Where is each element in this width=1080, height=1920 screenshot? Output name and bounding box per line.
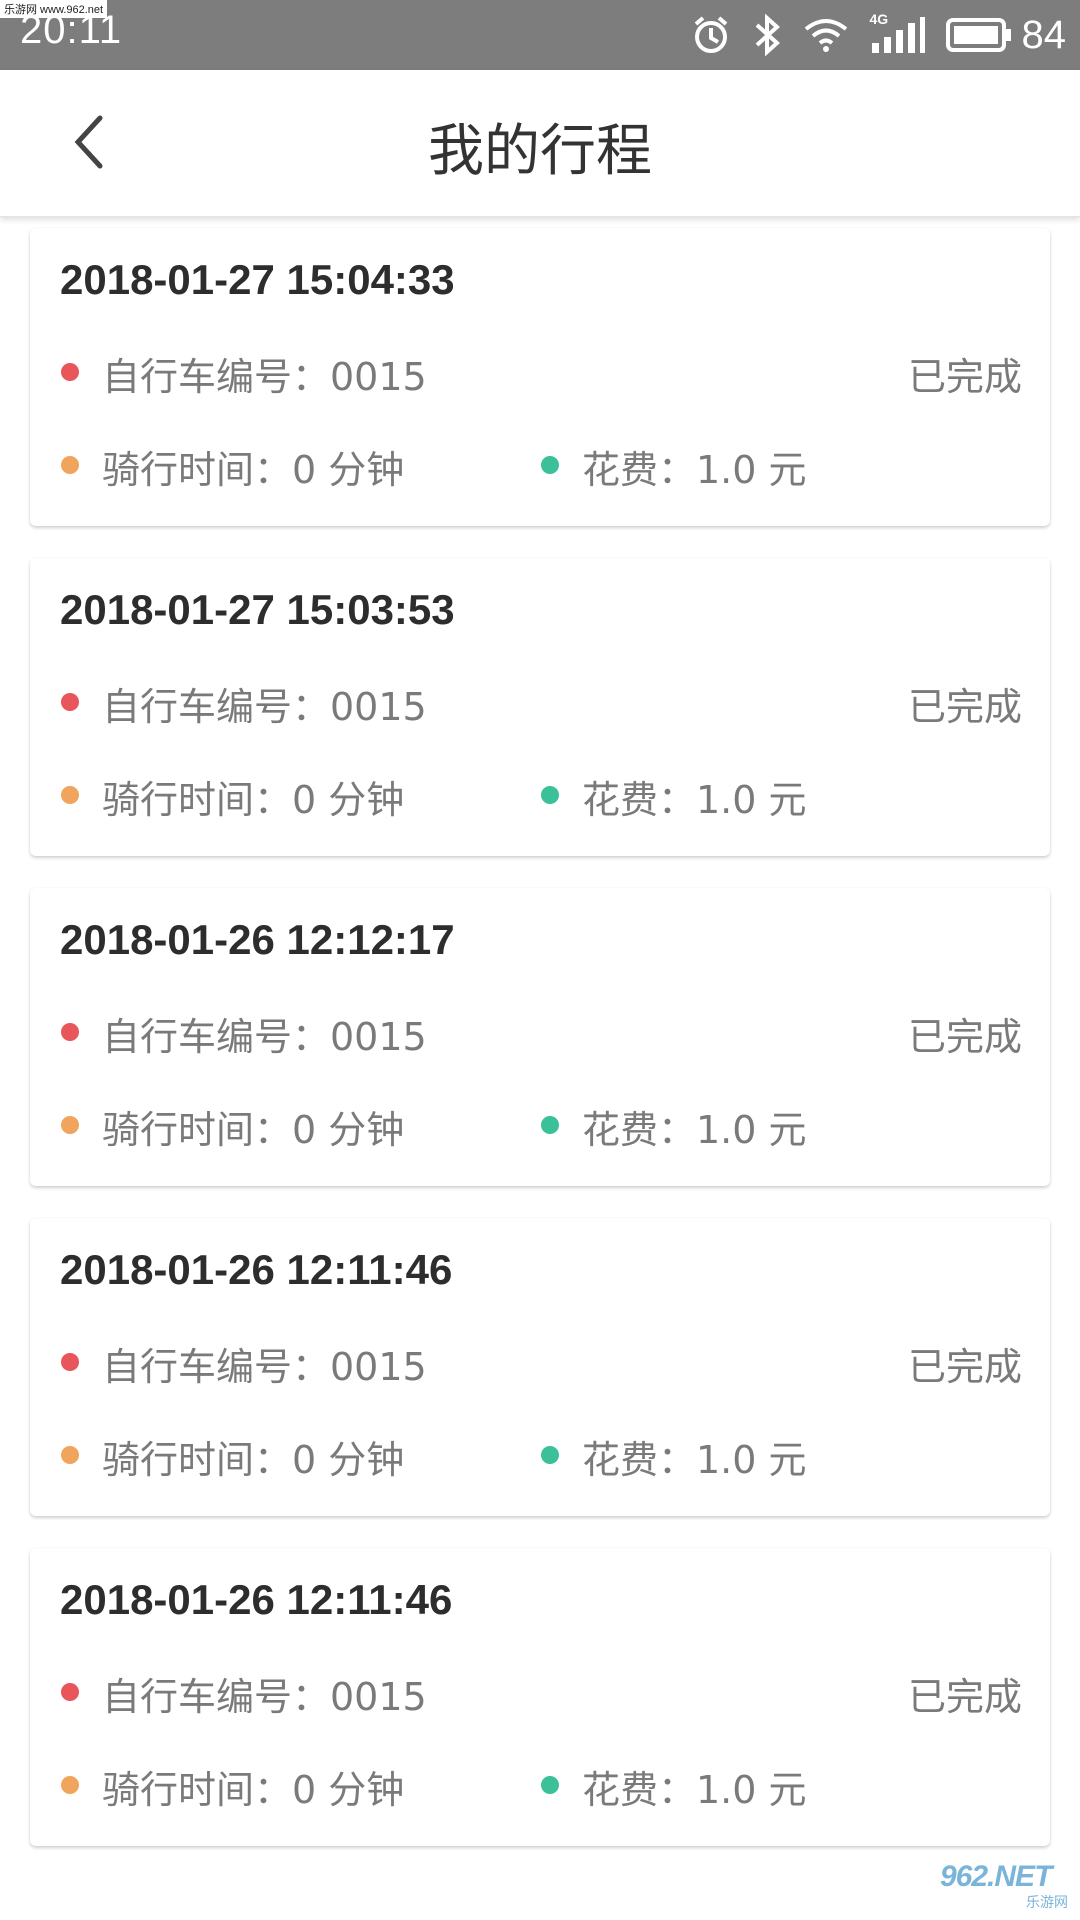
bike-number: 自行车编号：0015 xyxy=(102,355,427,399)
bike-dot-icon xyxy=(61,1023,79,1041)
ride-cost: 花费：1.0 元 xyxy=(582,1438,807,1482)
cost-dot-icon xyxy=(541,1446,559,1464)
status-time: 20:11 xyxy=(20,8,123,52)
app-header: 我的行程 xyxy=(0,70,1080,217)
signal-icon: 4G xyxy=(870,11,926,55)
ride-duration: 骑行时间：0 分钟 xyxy=(102,448,405,492)
duration-dot-icon xyxy=(61,786,79,804)
network-type: 4G xyxy=(869,11,889,27)
bluetooth-icon xyxy=(752,14,782,56)
bike-dot-icon xyxy=(61,1683,79,1701)
ride-duration: 骑行时间：0 分钟 xyxy=(102,1108,405,1152)
ride-cost: 花费：1.0 元 xyxy=(582,778,807,822)
trip-card[interactable]: 2018-01-26 12:11:46 自行车编号：0015 已完成 骑行时间：… xyxy=(30,1218,1050,1516)
ride-cost: 花费：1.0 元 xyxy=(582,448,807,492)
trip-datetime: 2018-01-26 12:11:46 xyxy=(60,1246,453,1293)
status-icons: 4G 84 xyxy=(690,10,1067,60)
bike-dot-icon xyxy=(61,693,79,711)
trip-status: 已完成 xyxy=(907,1015,1022,1059)
cost-dot-icon xyxy=(541,786,559,804)
trip-card[interactable]: 2018-01-27 15:04:33 自行车编号：0015 已完成 骑行时间：… xyxy=(30,228,1050,526)
duration-dot-icon xyxy=(61,1446,79,1464)
bike-number: 自行车编号：0015 xyxy=(102,1675,427,1719)
trip-card[interactable]: 2018-01-26 12:12:17 自行车编号：0015 已完成 骑行时间：… xyxy=(30,888,1050,1186)
trip-list: 2018-01-27 15:04:33 自行车编号：0015 已完成 骑行时间：… xyxy=(30,228,1050,1878)
bike-dot-icon xyxy=(61,1353,79,1371)
trip-status: 已完成 xyxy=(907,1675,1022,1719)
ride-duration: 骑行时间：0 分钟 xyxy=(102,1768,405,1812)
cost-dot-icon xyxy=(541,456,559,474)
status-bar: 乐游网 www.962.net 20:11 4G 84 xyxy=(0,0,1080,70)
bike-number: 自行车编号：0015 xyxy=(102,1015,427,1059)
wifi-icon xyxy=(802,15,850,55)
trip-datetime: 2018-01-27 15:04:33 xyxy=(60,256,455,303)
trip-datetime: 2018-01-26 12:12:17 xyxy=(60,916,455,963)
trip-card[interactable]: 2018-01-27 15:03:53 自行车编号：0015 已完成 骑行时间：… xyxy=(30,558,1050,856)
page-title: 我的行程 xyxy=(428,119,652,184)
trip-status: 已完成 xyxy=(907,685,1022,729)
duration-dot-icon xyxy=(61,1776,79,1794)
alarm-icon xyxy=(690,14,732,56)
bike-number: 自行车编号：0015 xyxy=(102,685,427,729)
trip-datetime: 2018-01-27 15:03:53 xyxy=(60,586,455,633)
trip-datetime: 2018-01-26 12:11:46 xyxy=(60,1576,453,1623)
duration-dot-icon xyxy=(61,456,79,474)
cost-dot-icon xyxy=(541,1116,559,1134)
trip-status: 已完成 xyxy=(907,1345,1022,1389)
ride-duration: 骑行时间：0 分钟 xyxy=(102,1438,405,1482)
cost-dot-icon xyxy=(541,1776,559,1794)
ride-cost: 花费：1.0 元 xyxy=(582,1108,807,1152)
trip-status: 已完成 xyxy=(907,355,1022,399)
ride-duration: 骑行时间：0 分钟 xyxy=(102,778,405,822)
ride-cost: 花费：1.0 元 xyxy=(582,1768,807,1812)
watermark-logo: 962.NET 乐游网 xyxy=(936,1860,1072,1914)
watermark-logo-sub: 乐游网 xyxy=(1026,1895,1068,1911)
battery-icon xyxy=(945,17,1012,53)
battery-level: 84 xyxy=(1021,12,1067,57)
watermark-logo-main: 962.NET xyxy=(940,1860,1052,1893)
battery: 84 xyxy=(945,12,1067,58)
bike-dot-icon xyxy=(61,363,79,381)
duration-dot-icon xyxy=(61,1116,79,1134)
bike-number: 自行车编号：0015 xyxy=(102,1345,427,1389)
trip-card[interactable]: 2018-01-26 12:11:46 自行车编号：0015 已完成 骑行时间：… xyxy=(30,1548,1050,1846)
